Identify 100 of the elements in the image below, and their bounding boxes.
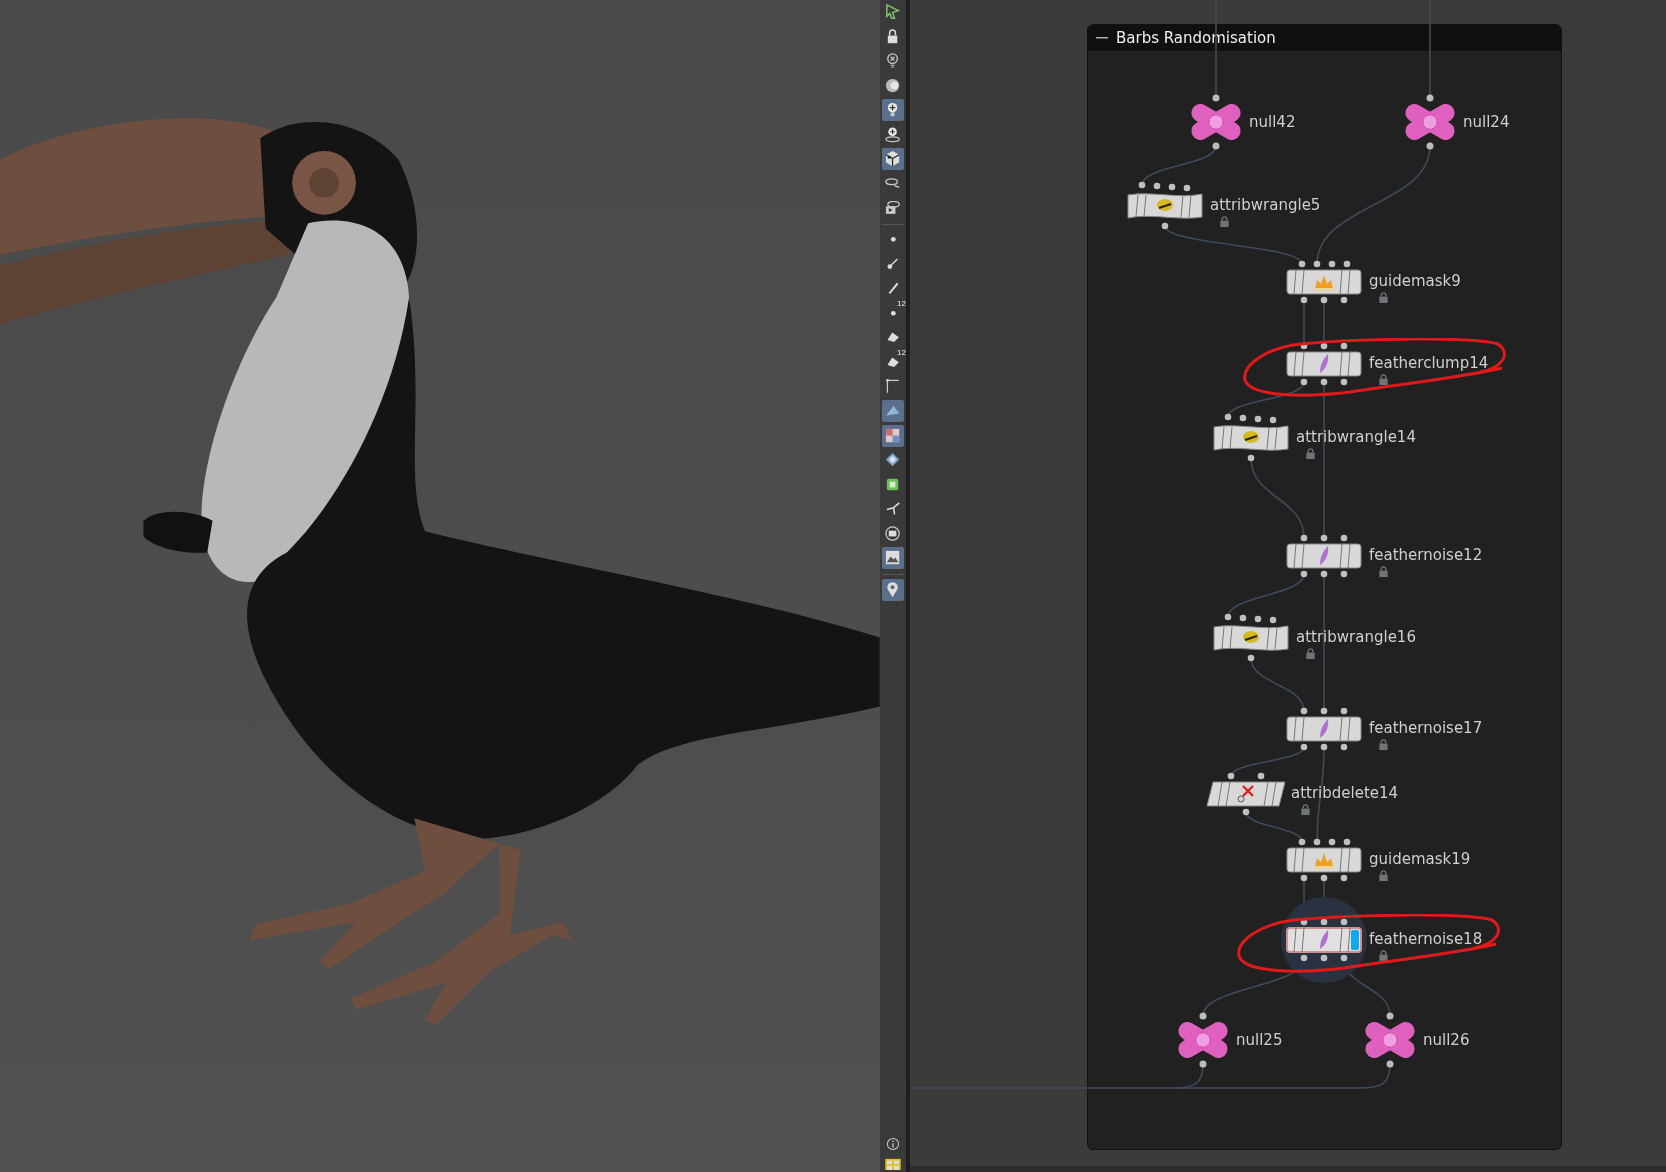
feather-icon [1320, 354, 1329, 373]
lock-icon [1378, 739, 1389, 750]
output-connector[interactable] [1320, 874, 1328, 882]
wavy-node-tile[interactable] [1210, 412, 1292, 464]
node-label: attribwrangle16 [1296, 627, 1416, 648]
output-connector[interactable] [1340, 296, 1348, 304]
node-label: featherclump14 [1369, 353, 1489, 374]
input-connector[interactable] [1300, 342, 1308, 350]
plane-icon [886, 332, 900, 343]
output-connector[interactable] [1161, 222, 1169, 230]
output-connector[interactable] [1426, 142, 1434, 150]
input-connector[interactable] [1257, 772, 1265, 780]
output-connector[interactable] [1320, 296, 1328, 304]
wavy-node-tile[interactable] [1124, 180, 1206, 232]
output-connector[interactable] [1340, 570, 1348, 578]
output-connector[interactable] [1340, 378, 1348, 386]
lock-icon [1219, 216, 1230, 227]
node-label: null25 [1236, 1030, 1283, 1051]
input-connector[interactable] [1300, 707, 1308, 715]
wavy-node-tile[interactable] [1210, 612, 1292, 664]
output-connector[interactable] [1320, 378, 1328, 386]
input-connector[interactable] [1227, 772, 1235, 780]
flame-icon [1314, 275, 1334, 291]
input-connector[interactable] [1320, 342, 1328, 350]
node-label: attribwrangle5 [1210, 195, 1321, 216]
tool-button[interactable] [882, 424, 904, 447]
output-connector[interactable] [1300, 378, 1308, 386]
diamond-icon [884, 451, 902, 469]
node-label: null24 [1463, 112, 1510, 133]
plane-icon [886, 356, 900, 368]
output-connector[interactable] [1340, 954, 1348, 962]
sphere-icon [884, 76, 902, 95]
node-label: null26 [1423, 1030, 1470, 1051]
output-connector[interactable] [1300, 954, 1308, 962]
flame-icon [1314, 853, 1334, 869]
delete-icon [1237, 784, 1255, 803]
output-connector[interactable] [1320, 570, 1328, 578]
output-connector[interactable] [1212, 142, 1220, 150]
point-icon [889, 309, 897, 317]
input-connector[interactable] [1199, 1012, 1207, 1020]
cube-icon [884, 150, 902, 168]
tool-button[interactable] [882, 148, 904, 170]
output-connector[interactable] [1242, 808, 1250, 816]
input-connector[interactable] [1386, 1012, 1394, 1020]
checker-icon [884, 426, 902, 445]
tool-button[interactable] [882, 578, 904, 601]
input-connector[interactable] [1340, 707, 1348, 715]
output-connector[interactable] [1340, 874, 1348, 882]
input-connector[interactable] [1212, 94, 1220, 102]
collapse-icon[interactable] [1096, 36, 1108, 40]
input-connector[interactable] [1300, 918, 1308, 926]
output-connector[interactable] [1199, 1060, 1207, 1068]
line-icon [887, 258, 899, 270]
corner-icon [886, 379, 900, 394]
cursor-icon [884, 3, 902, 21]
input-connector[interactable] [1426, 94, 1434, 102]
input-connector[interactable] [1340, 342, 1348, 350]
output-connector[interactable] [1386, 1060, 1394, 1068]
wrangler-icon [1243, 431, 1259, 443]
tool-button[interactable] [882, 547, 904, 569]
tool-button[interactable]: 12 [882, 302, 904, 324]
tool-button[interactable]: 12 [882, 351, 904, 373]
node-label: feathernoise12 [1369, 545, 1483, 566]
output-connector[interactable] [1320, 954, 1328, 962]
pen-icon [887, 282, 899, 295]
output-connector[interactable] [1300, 570, 1308, 578]
lock-icon [1305, 448, 1316, 459]
output-connector[interactable] [1247, 654, 1255, 662]
input-connector[interactable] [1320, 707, 1328, 715]
node-label: feathernoise17 [1369, 718, 1483, 739]
feather-icon [1320, 930, 1329, 949]
output-connector[interactable] [1340, 743, 1348, 751]
input-connector[interactable] [1320, 534, 1328, 542]
number-label: 12 [897, 300, 906, 308]
image-icon [884, 549, 902, 567]
wrangler-icon [1243, 631, 1259, 643]
lock-icon [1378, 566, 1389, 577]
output-connector[interactable] [1247, 454, 1255, 462]
output-connector[interactable] [1300, 296, 1308, 304]
feather-icon [1320, 546, 1329, 565]
lock-icon [1305, 648, 1316, 659]
node-label: guidemask9 [1369, 271, 1461, 292]
input-connector[interactable] [1340, 918, 1348, 926]
info-icon[interactable] [885, 1136, 901, 1152]
input-connector[interactable] [1320, 918, 1328, 926]
input-connector[interactable] [1340, 534, 1348, 542]
wedge-icon [886, 406, 900, 416]
feather-icon [1320, 719, 1329, 738]
node-label: guidemask19 [1369, 849, 1471, 870]
input-connector[interactable] [1300, 534, 1308, 542]
circle-icon [884, 524, 902, 543]
layout-icon[interactable] [884, 1158, 902, 1170]
output-connector[interactable] [1300, 743, 1308, 751]
node-label: feathernoise18 [1369, 929, 1483, 950]
node-label: null42 [1249, 112, 1296, 133]
output-connector[interactable] [1300, 874, 1308, 882]
number-label: 12 [897, 349, 906, 357]
lock-icon [1300, 804, 1311, 815]
lock-icon [1378, 870, 1389, 881]
output-connector[interactable] [1320, 743, 1328, 751]
